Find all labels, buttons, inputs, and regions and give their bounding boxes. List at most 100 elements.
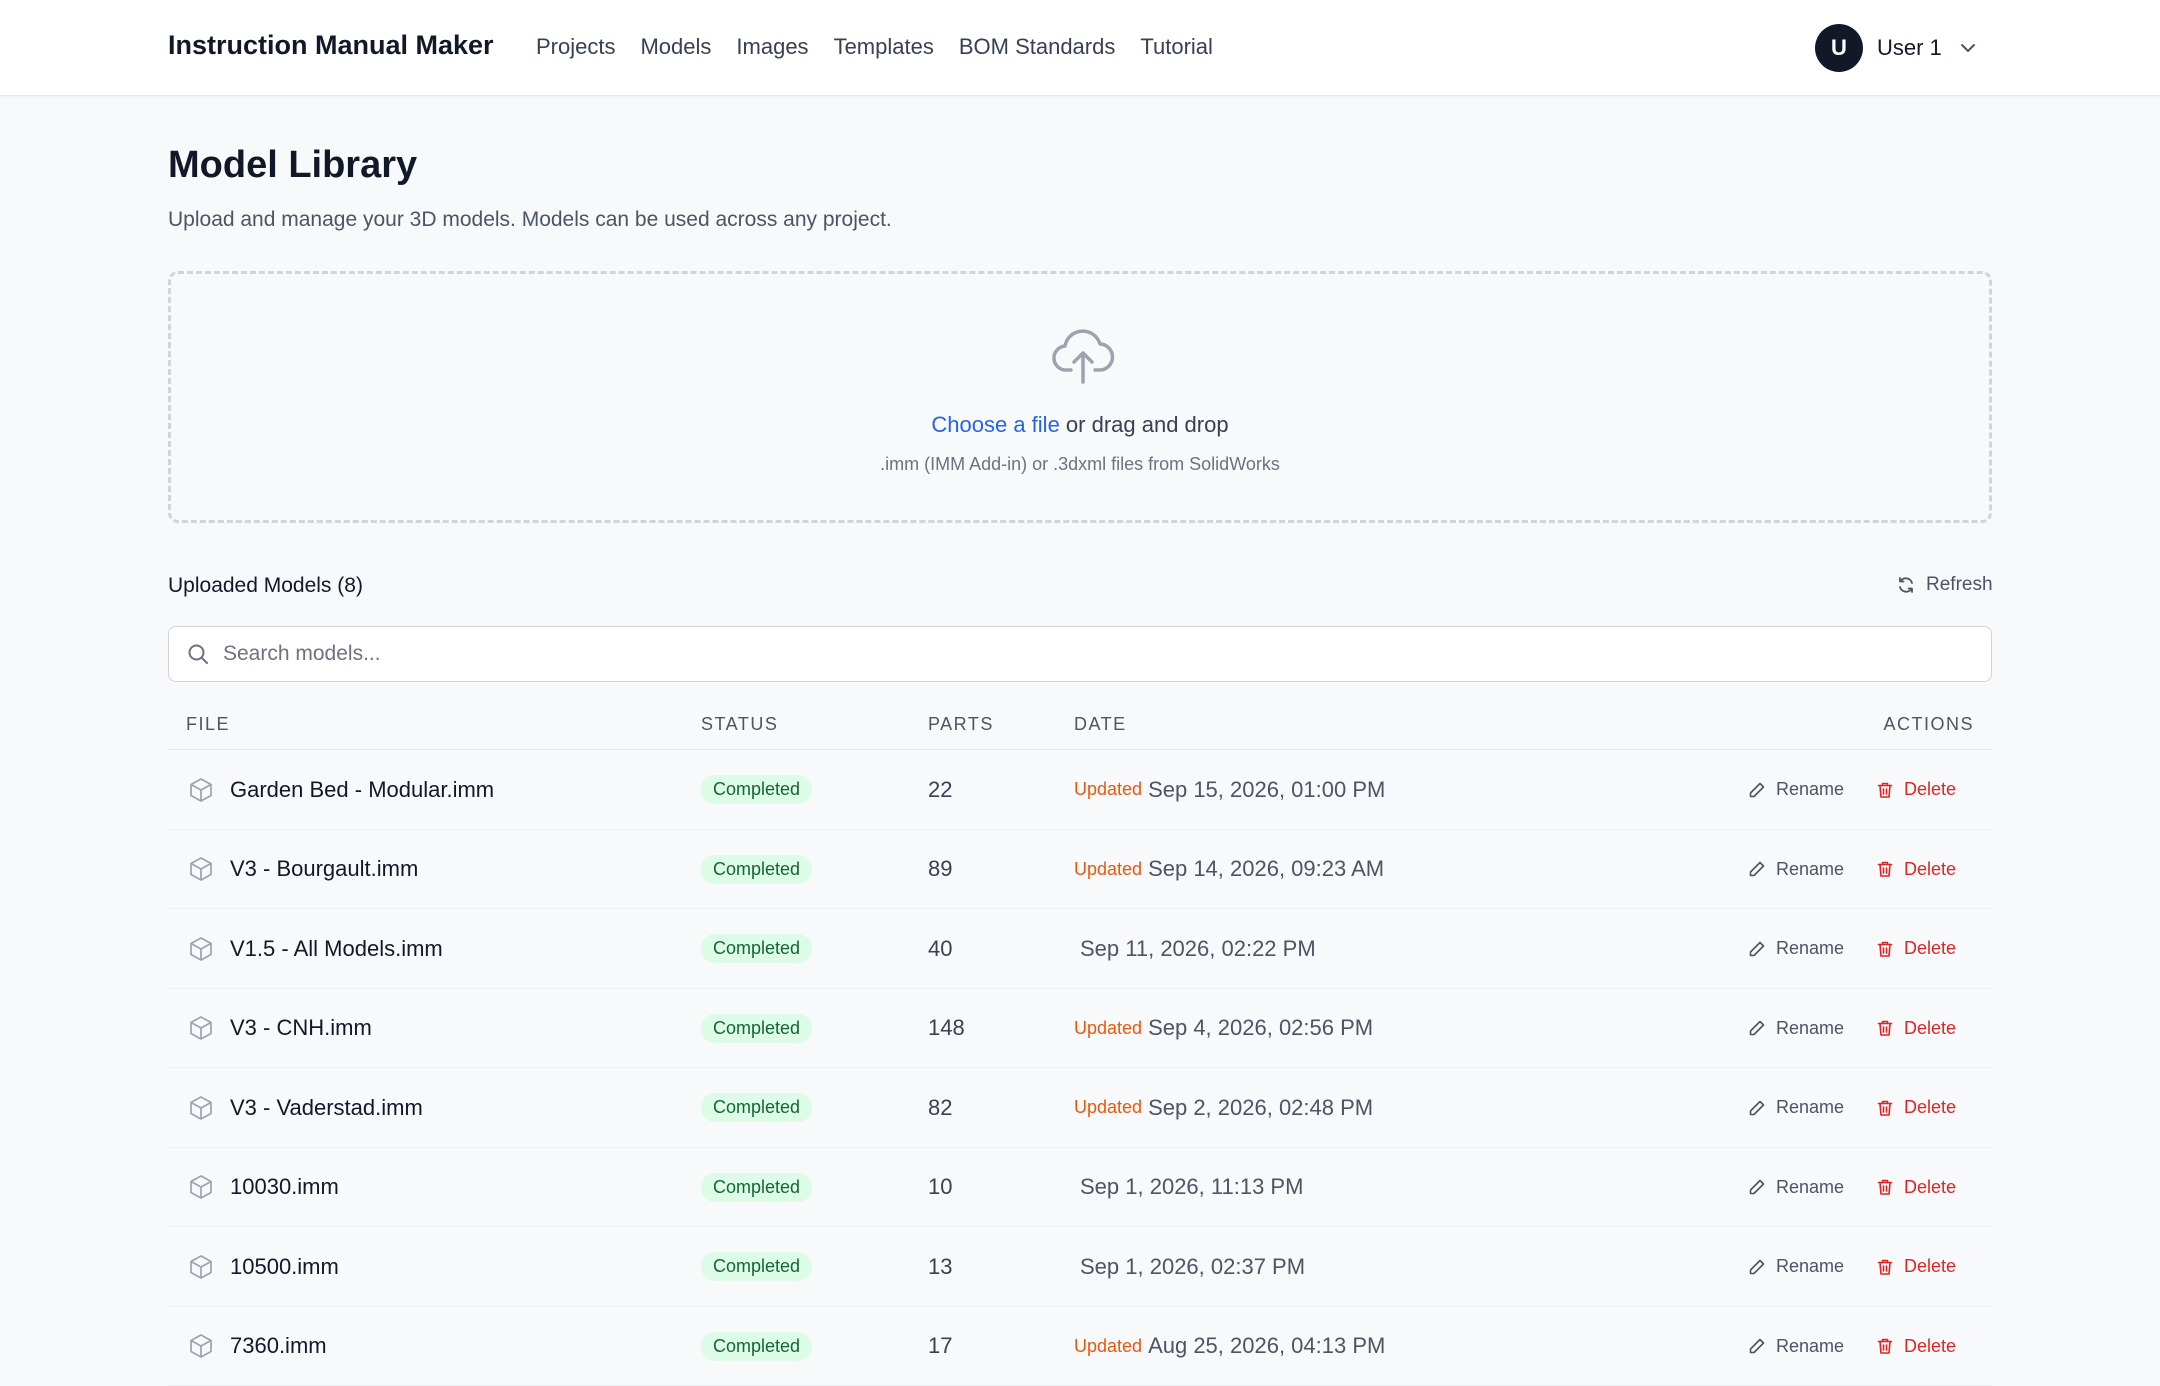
status-badge: Completed	[701, 934, 812, 963]
file-name[interactable]: V3 - Vaderstad.imm	[230, 1095, 423, 1121]
main-nav: Projects Models Images Templates BOM Sta…	[536, 34, 1238, 60]
date-value: Sep 1, 2026, 02:37 PM	[1080, 1254, 1305, 1280]
search-box	[168, 626, 1992, 682]
trash-icon	[1876, 1258, 1894, 1276]
rename-button[interactable]: Rename	[1748, 859, 1844, 880]
status-badge: Completed	[701, 1332, 812, 1361]
nav-link-projects[interactable]: Projects	[536, 34, 615, 60]
upload-prompt: Choose a file or drag and drop	[171, 412, 1989, 438]
header-parts[interactable]: PARTS	[928, 714, 994, 735]
cube-icon	[188, 1333, 214, 1359]
delete-button[interactable]: Delete	[1876, 1018, 1956, 1039]
rename-button[interactable]: Rename	[1748, 1336, 1844, 1357]
updated-label: Updated	[1074, 1336, 1142, 1357]
refresh-icon	[1896, 575, 1916, 595]
cube-icon	[188, 1015, 214, 1041]
date-value: Sep 11, 2026, 02:22 PM	[1080, 936, 1316, 962]
trash-icon	[1876, 1019, 1894, 1037]
delete-label: Delete	[1904, 1336, 1956, 1357]
search-input[interactable]	[223, 637, 1963, 671]
nav-link-templates[interactable]: Templates	[834, 34, 934, 60]
delete-label: Delete	[1904, 1256, 1956, 1277]
parts-count: 22	[928, 777, 952, 803]
rename-button[interactable]: Rename	[1748, 1256, 1844, 1277]
status-badge: Completed	[701, 775, 812, 804]
cube-icon	[188, 1095, 214, 1121]
rename-label: Rename	[1776, 1336, 1844, 1357]
upload-hint: .imm (IMM Add-in) or .3dxml files from S…	[171, 454, 1989, 475]
file-name[interactable]: Garden Bed - Modular.imm	[230, 777, 494, 803]
file-name[interactable]: V1.5 - All Models.imm	[230, 936, 443, 962]
avatar: U	[1815, 24, 1863, 72]
delete-button[interactable]: Delete	[1876, 1177, 1956, 1198]
cloud-upload-icon	[1051, 324, 1115, 388]
rename-button[interactable]: Rename	[1748, 1018, 1844, 1039]
cube-icon	[188, 777, 214, 803]
parts-count: 13	[928, 1254, 952, 1280]
delete-label: Delete	[1904, 1177, 1956, 1198]
delete-button[interactable]: Delete	[1876, 938, 1956, 959]
pencil-icon	[1748, 1178, 1766, 1196]
file-name[interactable]: 10030.imm	[230, 1174, 339, 1200]
delete-button[interactable]: Delete	[1876, 1336, 1956, 1357]
delete-button[interactable]: Delete	[1876, 779, 1956, 800]
delete-label: Delete	[1904, 859, 1956, 880]
search-icon	[187, 643, 209, 665]
delete-button[interactable]: Delete	[1876, 1256, 1956, 1277]
nav-link-models[interactable]: Models	[640, 34, 711, 60]
table-row[interactable]: Garden Bed - Modular.imm Completed 22 Up…	[168, 750, 1992, 830]
parts-count: 17	[928, 1333, 952, 1359]
user-menu[interactable]: U User 1	[1815, 24, 1978, 72]
choose-file-link[interactable]: Choose a file	[931, 412, 1059, 437]
table-row[interactable]: 7360.imm Completed 17 Updated Aug 25, 20…	[168, 1307, 1992, 1386]
updated-label: Updated	[1074, 1097, 1142, 1118]
rename-button[interactable]: Rename	[1748, 1097, 1844, 1118]
trash-icon	[1876, 860, 1894, 878]
rename-label: Rename	[1776, 938, 1844, 959]
delete-button[interactable]: Delete	[1876, 1097, 1956, 1118]
nav-link-images[interactable]: Images	[736, 34, 808, 60]
pencil-icon	[1748, 1099, 1766, 1117]
table-row[interactable]: V3 - Bourgault.imm Completed 89 Updated …	[168, 830, 1992, 910]
header-status[interactable]: STATUS	[701, 714, 778, 735]
nav-link-bom-standards[interactable]: BOM Standards	[959, 34, 1116, 60]
refresh-button[interactable]: Refresh	[1896, 574, 1993, 596]
pencil-icon	[1748, 940, 1766, 958]
file-name[interactable]: V3 - Bourgault.imm	[230, 856, 418, 882]
file-name[interactable]: 10500.imm	[230, 1254, 339, 1280]
file-name[interactable]: V3 - CNH.imm	[230, 1015, 372, 1041]
date-value: Sep 15, 2026, 01:00 PM	[1148, 777, 1385, 803]
nav-link-tutorial[interactable]: Tutorial	[1140, 34, 1213, 60]
uploaded-models-title: Uploaded Models (8)	[168, 574, 363, 598]
trash-icon	[1876, 1099, 1894, 1117]
rename-label: Rename	[1776, 859, 1844, 880]
table-row[interactable]: V1.5 - All Models.imm Completed 40 Sep 1…	[168, 909, 1992, 989]
table-row[interactable]: V3 - Vaderstad.imm Completed 82 Updated …	[168, 1068, 1992, 1148]
file-name[interactable]: 7360.imm	[230, 1333, 327, 1359]
status-badge: Completed	[701, 1173, 812, 1202]
table-row[interactable]: 10030.imm Completed 10 Sep 1, 2026, 11:1…	[168, 1148, 1992, 1228]
header-date[interactable]: DATE	[1074, 714, 1127, 735]
rename-label: Rename	[1776, 1018, 1844, 1039]
pencil-icon	[1748, 860, 1766, 878]
table-row[interactable]: 10500.imm Completed 13 Sep 1, 2026, 02:3…	[168, 1227, 1992, 1307]
cube-icon	[188, 936, 214, 962]
table-header: FILE STATUS PARTS DATE ACTIONS	[168, 700, 1992, 750]
rename-button[interactable]: Rename	[1748, 938, 1844, 959]
date-value: Sep 1, 2026, 11:13 PM	[1080, 1174, 1303, 1200]
table-row[interactable]: V3 - CNH.imm Completed 148 Updated Sep 4…	[168, 989, 1992, 1069]
rename-button[interactable]: Rename	[1748, 779, 1844, 800]
chevron-down-icon	[1958, 38, 1978, 58]
status-badge: Completed	[701, 855, 812, 884]
trash-icon	[1876, 781, 1894, 799]
delete-label: Delete	[1904, 1018, 1956, 1039]
upload-dropzone[interactable]: Choose a file or drag and drop .imm (IMM…	[168, 271, 1992, 523]
parts-count: 89	[928, 856, 952, 882]
rename-button[interactable]: Rename	[1748, 1177, 1844, 1198]
app-brand[interactable]: Instruction Manual Maker	[168, 30, 494, 61]
date-value: Sep 2, 2026, 02:48 PM	[1148, 1095, 1373, 1121]
header-actions: ACTIONS	[1883, 714, 1974, 735]
header-file[interactable]: FILE	[186, 714, 230, 735]
pencil-icon	[1748, 1337, 1766, 1355]
delete-button[interactable]: Delete	[1876, 859, 1956, 880]
